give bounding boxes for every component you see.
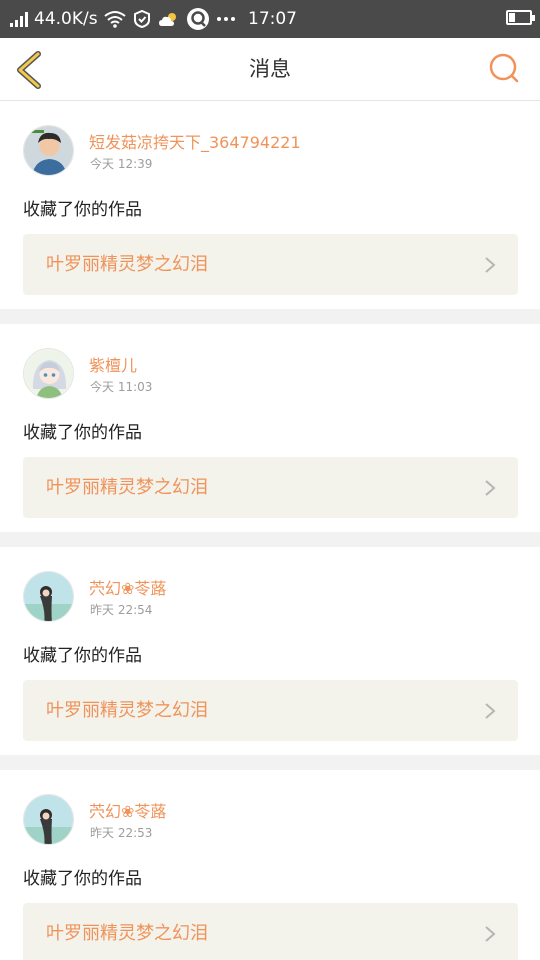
page-title: 消息	[249, 57, 291, 81]
work-title: 叶罗丽精灵梦之幻泪	[46, 700, 208, 721]
work-title: 叶罗丽精灵梦之幻泪	[46, 923, 208, 944]
chevron-right-icon	[485, 480, 496, 496]
battery-icon	[506, 10, 535, 25]
timestamp: 昨天 22:53	[90, 826, 153, 840]
action-text: 收藏了你的作品	[23, 646, 142, 666]
timestamp: 今天 12:39	[90, 157, 153, 171]
work-link[interactable]: 叶罗丽精灵梦之幻泪	[23, 680, 518, 741]
action-text: 收藏了你的作品	[23, 200, 142, 220]
work-link[interactable]: 叶罗丽精灵梦之幻泪	[23, 457, 518, 518]
timestamp: 今天 11:03	[90, 380, 153, 394]
search-icon	[489, 53, 519, 83]
search-button[interactable]	[488, 52, 520, 84]
more-icon	[216, 16, 236, 22]
message-card: 茓幻❀苓蕗 昨天 22:53 收藏了你的作品 叶罗丽精灵梦之幻泪	[0, 770, 540, 960]
network-speed: 44.0K/s	[34, 9, 98, 29]
username[interactable]: 茓幻❀苓蕗	[89, 575, 166, 599]
action-text: 收藏了你的作品	[23, 869, 142, 889]
app-icon	[186, 7, 210, 31]
top-bar: 消息	[0, 38, 540, 101]
status-left: 44.0K/s	[10, 0, 236, 38]
username[interactable]: 短发菇凉挎天下_364794221	[89, 129, 301, 153]
chevron-right-icon	[485, 703, 496, 719]
avatar[interactable]	[23, 125, 74, 176]
sync-icon	[132, 9, 152, 29]
message-card: 紫檀儿 今天 11:03 收藏了你的作品 叶罗丽精灵梦之幻泪	[0, 324, 540, 532]
timestamp: 昨天 22:54	[90, 603, 153, 617]
work-link[interactable]: 叶罗丽精灵梦之幻泪	[23, 903, 518, 960]
message-card: 短发菇凉挎天下_364794221 今天 12:39 收藏了你的作品 叶罗丽精灵…	[0, 101, 540, 309]
work-title: 叶罗丽精灵梦之幻泪	[46, 477, 208, 498]
action-text: 收藏了你的作品	[23, 423, 142, 443]
work-title: 叶罗丽精灵梦之幻泪	[46, 254, 208, 275]
message-card: 茓幻❀苓蕗 昨天 22:54 收藏了你的作品 叶罗丽精灵梦之幻泪	[0, 547, 540, 755]
message-list: 短发菇凉挎天下_364794221 今天 12:39 收藏了你的作品 叶罗丽精灵…	[0, 101, 540, 960]
weather-icon	[158, 10, 180, 28]
work-link[interactable]: 叶罗丽精灵梦之幻泪	[23, 234, 518, 295]
avatar[interactable]	[23, 571, 74, 622]
chevron-right-icon	[485, 257, 496, 273]
avatar[interactable]	[23, 794, 74, 845]
clock: 17:07	[248, 9, 297, 29]
signal-icon	[10, 11, 28, 27]
username[interactable]: 茓幻❀苓蕗	[89, 798, 166, 822]
username[interactable]: 紫檀儿	[89, 352, 137, 376]
chevron-right-icon	[485, 926, 496, 942]
wifi-icon	[103, 10, 126, 28]
status-bar: 44.0K/s 17:07	[0, 0, 540, 38]
avatar[interactable]	[23, 348, 74, 399]
